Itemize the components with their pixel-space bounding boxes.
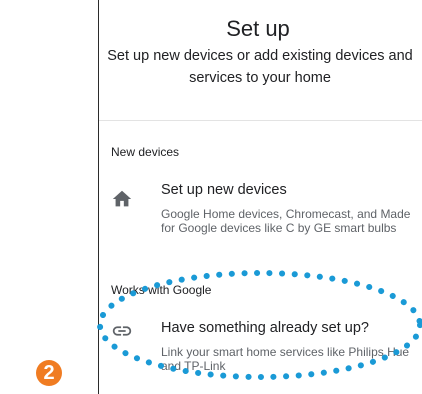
page-subtitle: Set up new devices or add existing devic…: [107, 48, 413, 86]
setup-new-devices-title: Set up new devices: [161, 182, 287, 198]
page-title: Set up: [226, 16, 290, 41]
section-header-new-devices: New devices: [111, 145, 180, 159]
home-icon: [112, 190, 132, 207]
setup-screen: Set up Set up new devices or add existin…: [98, 0, 422, 394]
divider: [99, 120, 422, 121]
section-header-works-with-google: Works with Google: [111, 283, 212, 297]
step-number-badge: 2: [36, 360, 62, 386]
link-icon: [112, 326, 132, 336]
existing-setup-title: Have something already set up?: [161, 320, 369, 336]
existing-setup-description: Link your smart home services like Phili…: [161, 345, 410, 373]
setup-new-devices-description: Google Home devices, Chromecast, and Mad…: [161, 207, 411, 235]
